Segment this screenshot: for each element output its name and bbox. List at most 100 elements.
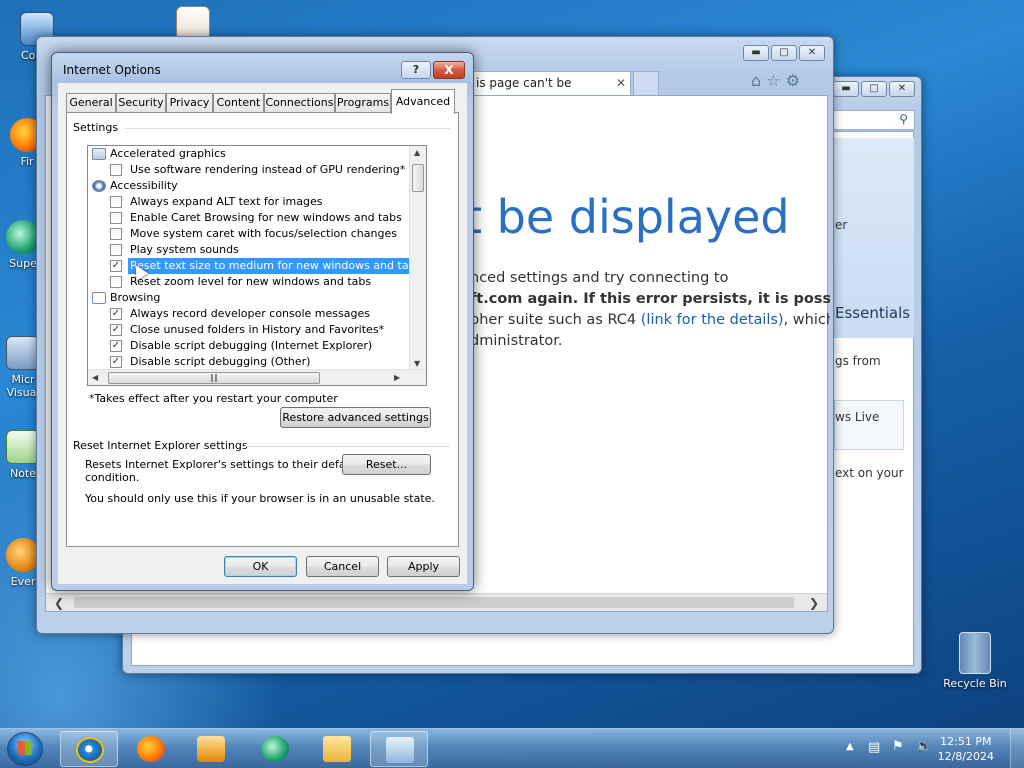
side-text: er: [835, 218, 848, 232]
desktop-icon-label: Note: [9, 467, 37, 480]
tree-option[interactable]: Move system caret with focus/selection c…: [88, 226, 408, 242]
system-tray: ▲ ▤ ⚑ 🔈 12:51 PM 12/8/2024: [824, 729, 1024, 768]
tree-category: Accessibility: [88, 178, 408, 194]
tab-advanced[interactable]: Advanced: [391, 89, 455, 114]
error-line-2: ft.com again. If this error persists, it…: [470, 291, 830, 307]
checkbox-checked[interactable]: ✓: [110, 308, 122, 320]
clock[interactable]: 12:51 PM 12/8/2024: [938, 734, 994, 764]
checkbox[interactable]: [110, 196, 122, 208]
taskbar-explorer[interactable]: [308, 731, 366, 767]
group-divider: [243, 446, 450, 447]
firefox-icon: [137, 736, 165, 762]
show-desktop-button[interactable]: [1010, 729, 1024, 768]
error-heading: t be displayed: [464, 190, 790, 244]
desktop-icon-label: Visual: [6, 386, 40, 399]
taskbar-app[interactable]: [246, 731, 304, 767]
tree-option[interactable]: ✓ Close unused folders in History and Fa…: [88, 322, 408, 338]
gear-icon[interactable]: ⚙: [786, 71, 800, 90]
tree-option[interactable]: ✓ Disable script debugging (Other): [88, 354, 408, 370]
taskbar-internet-explorer[interactable]: [60, 731, 118, 767]
details-link[interactable]: (link for the details): [641, 312, 784, 328]
tab-connections[interactable]: Connections: [264, 93, 335, 113]
desktop-icon-label: Recycle Bin: [943, 677, 1007, 690]
checkbox-checked[interactable]: ✓: [110, 324, 122, 336]
ok-button[interactable]: OK: [224, 556, 297, 577]
tab-content[interactable]: Content: [213, 93, 264, 113]
start-button[interactable]: [7, 732, 43, 766]
scroll-thumb[interactable]: [412, 164, 424, 192]
taskbar-control-panel[interactable]: [370, 731, 428, 767]
vertical-scrollbar[interactable]: ▲ ▼: [409, 146, 426, 370]
checkbox[interactable]: [110, 244, 122, 256]
restore-advanced-settings-button[interactable]: Restore advanced settings: [280, 407, 431, 428]
horizontal-scrollbar[interactable]: ◀ ‖‖ ▶: [88, 369, 426, 385]
horizontal-scrollbar[interactable]: ❮ ❯: [46, 593, 827, 611]
desktop-icon-label: Ever: [10, 575, 36, 588]
checkbox-checked[interactable]: ✓: [110, 260, 122, 272]
desktop-icon-label: Supe: [9, 257, 37, 270]
checkbox-checked[interactable]: ✓: [110, 356, 122, 368]
tab-privacy[interactable]: Privacy: [166, 93, 213, 113]
scroll-down-arrow[interactable]: ▼: [414, 359, 420, 368]
minimize-button[interactable]: ▬: [743, 45, 769, 61]
home-icon[interactable]: ⌂: [751, 71, 761, 90]
taskbar-firefox[interactable]: [122, 731, 180, 767]
maximize-button[interactable]: □: [771, 45, 797, 61]
search-icon[interactable]: ⚲: [899, 112, 908, 126]
side-text: ext on your: [835, 466, 904, 480]
scroll-thumb[interactable]: [74, 597, 794, 608]
close-tab-icon[interactable]: ✕: [616, 72, 626, 94]
dialog-title: Internet Options: [63, 63, 161, 77]
browser-tab[interactable]: is page can't be displayed ✕: [471, 71, 631, 112]
checkbox-checked[interactable]: ✓: [110, 340, 122, 352]
minimize-button[interactable]: ▬: [833, 81, 859, 97]
new-tab-button[interactable]: [633, 71, 659, 95]
desktop-icon-label: Micr: [11, 373, 35, 386]
taskbar: ▲ ▤ ⚑ 🔈 12:51 PM 12/8/2024: [0, 728, 1024, 768]
tree-option[interactable]: Play system sounds: [88, 242, 408, 258]
network-icon[interactable]: ▤: [868, 740, 880, 755]
favorites-star-icon[interactable]: ☆: [766, 71, 780, 90]
tree-option[interactable]: Enable Caret Browsing for new windows an…: [88, 210, 408, 226]
scroll-thumb[interactable]: ‖‖: [108, 372, 320, 384]
maximize-button[interactable]: □: [861, 81, 887, 97]
folder-icon: [323, 736, 351, 762]
live-card[interactable]: [834, 400, 904, 450]
tab-security[interactable]: Security: [116, 93, 166, 113]
help-button[interactable]: ?: [401, 61, 431, 79]
checkbox[interactable]: [110, 228, 122, 240]
internet-options-dialog[interactable]: Internet Options ? X General Security Pr…: [51, 52, 474, 591]
close-button[interactable]: X: [433, 61, 465, 79]
show-hidden-icons[interactable]: ▲: [846, 741, 854, 752]
scroll-right-arrow[interactable]: ❯: [809, 596, 819, 610]
essentials-heading: Essentials: [835, 304, 911, 322]
tree-option[interactable]: Always expand ALT text for images: [88, 194, 408, 210]
checkbox[interactable]: [110, 276, 122, 288]
scroll-up-arrow[interactable]: ▲: [414, 148, 420, 157]
scroll-left-arrow[interactable]: ◀: [92, 373, 98, 382]
everything-icon: [6, 538, 40, 572]
checkbox[interactable]: [110, 164, 122, 176]
tab-general[interactable]: General: [66, 93, 116, 113]
flag-icon[interactable]: ⚑: [892, 739, 904, 754]
tab-programs[interactable]: Programs: [335, 93, 391, 113]
tree-option[interactable]: ✓ Always record developer console messag…: [88, 306, 408, 322]
reset-button[interactable]: Reset...: [342, 454, 431, 475]
graphics-icon: [92, 148, 106, 160]
checkbox[interactable]: [110, 212, 122, 224]
tree-option[interactable]: ✓ Disable script debugging (Internet Exp…: [88, 338, 408, 354]
scroll-left-arrow[interactable]: ❮: [54, 596, 64, 610]
cancel-button[interactable]: Cancel: [306, 556, 379, 577]
scroll-right-arrow[interactable]: ▶: [394, 373, 400, 382]
desktop-icon-recycle-bin[interactable]: Recycle Bin: [940, 632, 1010, 690]
close-button[interactable]: ✕: [799, 45, 825, 61]
desktop-icon-label: Fir: [20, 155, 34, 168]
apply-button[interactable]: Apply: [387, 556, 460, 577]
tree-option[interactable]: Use software rendering instead of GPU re…: [88, 162, 408, 178]
notepad-icon: [6, 430, 40, 464]
close-button[interactable]: ✕: [889, 81, 915, 97]
clock-time: 12:51 PM: [940, 735, 992, 748]
reset-description: condition.: [85, 471, 140, 484]
taskbar-media-player[interactable]: [182, 731, 240, 767]
volume-muted-icon[interactable]: 🔈: [916, 739, 932, 754]
